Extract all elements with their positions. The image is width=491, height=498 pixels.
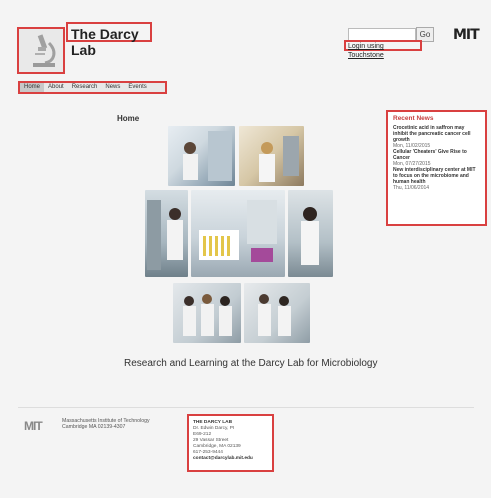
nav-home[interactable]: Home bbox=[20, 83, 45, 92]
institute-address: Cambridge MA 02139-4307 bbox=[62, 424, 126, 430]
mit-logo[interactable]: MIT bbox=[453, 27, 480, 43]
login-link[interactable]: Login using Touchstone bbox=[344, 40, 422, 59]
news-link-3[interactable]: New interdisciplinary center at MIT to f… bbox=[393, 167, 480, 185]
recent-news-panel: Recent News Crocetinic acid in saffron m… bbox=[386, 110, 487, 226]
nav-news[interactable]: News bbox=[101, 83, 124, 92]
news-date-3: Thu, 11/06/2014 bbox=[393, 185, 430, 191]
lab-photo-6 bbox=[173, 283, 241, 343]
tagline: Research and Learning at the Darcy Lab f… bbox=[124, 358, 378, 369]
microscope-icon bbox=[33, 34, 56, 67]
lab-photo-1 bbox=[168, 126, 235, 186]
footer-mit-logo[interactable]: MIT bbox=[24, 419, 43, 433]
news-link-1[interactable]: Crocetinic acid in saffron may inhibit t… bbox=[393, 125, 480, 143]
main-nav: Home About Research News Events bbox=[18, 81, 167, 94]
contact-email[interactable]: contact@darcylab.mit.edu bbox=[193, 456, 268, 462]
nav-about[interactable]: About bbox=[44, 83, 68, 92]
contact-info: THE DARCY LAB Dr. Edwin Darcy, PI E69-21… bbox=[187, 414, 274, 472]
footer-institute: Massachusetts Institute of Technology Ca… bbox=[62, 418, 150, 430]
news-heading: Recent News bbox=[393, 115, 434, 122]
nav-research[interactable]: Research bbox=[68, 83, 102, 92]
lab-photo-7 bbox=[244, 283, 310, 343]
lab-photo-3 bbox=[145, 190, 188, 277]
news-link-2[interactable]: Cellular 'Cheaters' Give Rise to Cancer bbox=[393, 149, 480, 161]
page-title: Home bbox=[117, 114, 140, 123]
site-title[interactable]: The Darcy Lab bbox=[66, 22, 152, 58]
lab-photo-2 bbox=[239, 126, 304, 186]
lab-photo-5 bbox=[288, 190, 333, 277]
lab-photo-4 bbox=[191, 190, 285, 277]
lab-logo[interactable] bbox=[17, 27, 65, 74]
nav-events[interactable]: Events bbox=[124, 83, 150, 92]
footer-divider bbox=[18, 407, 474, 408]
